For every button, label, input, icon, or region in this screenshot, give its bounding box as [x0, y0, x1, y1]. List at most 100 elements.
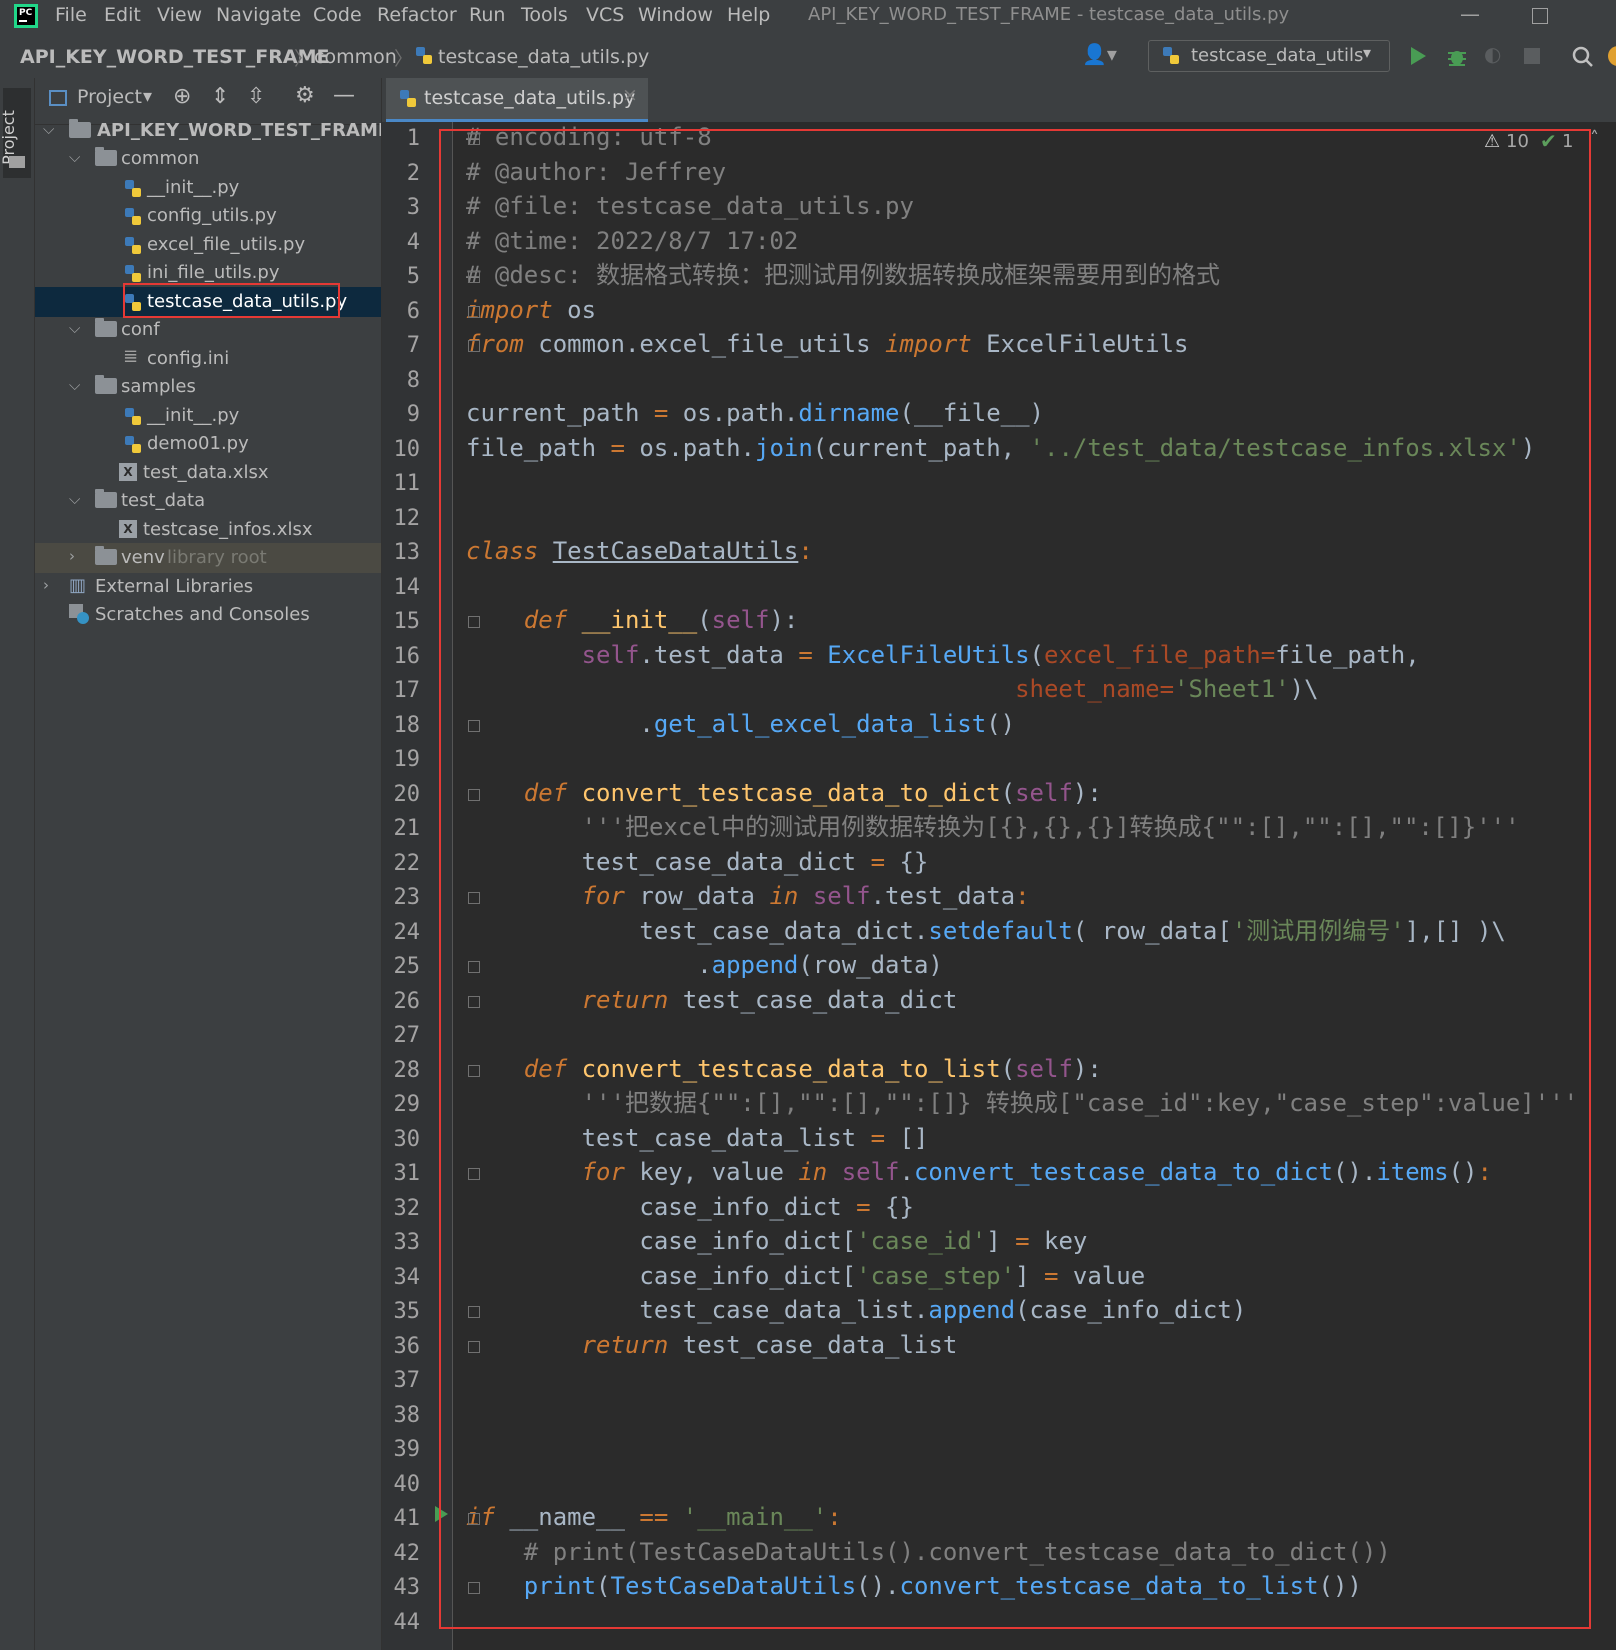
tree-item-test-data[interactable]: ⌵ test_data	[35, 486, 381, 516]
chevron-right-icon[interactable]: ›	[43, 576, 49, 594]
line-number: 1	[406, 126, 420, 151]
close-icon[interactable]: ×	[622, 84, 638, 106]
tree-item-file[interactable]: excel_file_utils.py	[35, 230, 381, 260]
tree-item-file[interactable]: config_utils.py	[35, 201, 381, 231]
fold-marker-icon[interactable]	[468, 1064, 480, 1077]
fold-marker-icon[interactable]	[468, 340, 480, 352]
tree-item-common[interactable]: ⌵ common	[35, 144, 381, 174]
menu-bar: PC File Edit View Navigate Code Refactor…	[0, 0, 1616, 34]
line-number: 24	[393, 919, 421, 945]
menu-navigate[interactable]: Navigate	[216, 4, 301, 26]
fold-marker-icon[interactable]	[468, 892, 480, 904]
maximize-icon[interactable]	[1532, 8, 1548, 24]
menu-refactor[interactable]: Refactor	[377, 4, 457, 26]
fold-marker-icon[interactable]	[468, 616, 480, 628]
ini-file-icon: ≣	[123, 346, 139, 367]
pycharm-logo-icon[interactable]: PC	[14, 4, 38, 28]
tree-item-file[interactable]: __init__.py	[35, 401, 381, 431]
menu-view[interactable]: View	[157, 4, 202, 26]
line-number: 42	[393, 1540, 421, 1566]
fold-marker-icon[interactable]	[468, 1582, 480, 1594]
line-number: 11	[393, 471, 421, 496]
tree-item-external-libraries[interactable]: › ▥ External Libraries	[35, 572, 381, 602]
line-number: 31	[393, 1161, 421, 1186]
project-tool-tab[interactable]: Project	[0, 88, 31, 178]
tree-item-file[interactable]: X test_data.xlsx	[35, 458, 381, 488]
line-number: 26	[393, 988, 421, 1014]
menu-help[interactable]: Help	[727, 4, 770, 26]
user-icon[interactable]: 👤▾	[1082, 42, 1117, 66]
project-view-title[interactable]: Project	[77, 86, 142, 108]
fold-marker-icon[interactable]	[468, 271, 480, 283]
line-number: 40	[393, 1471, 421, 1497]
fold-marker-icon[interactable]	[468, 961, 480, 973]
stop-icon[interactable]	[1524, 48, 1540, 64]
tree-item-conf[interactable]: ⌵ conf	[35, 315, 381, 345]
tree-item-label: __init__.py	[147, 405, 240, 426]
tab-testcase-data-utils[interactable]: testcase_data_utils.py ×	[386, 78, 648, 122]
chevron-down-icon[interactable]: ⌵	[69, 376, 80, 394]
fold-marker-icon[interactable]	[468, 1513, 480, 1525]
menu-vcs[interactable]: VCS	[586, 4, 624, 26]
minimize-icon[interactable]: —	[1460, 2, 1480, 26]
coverage-icon[interactable]: ◐	[1484, 42, 1501, 66]
fold-marker-icon[interactable]	[468, 1340, 480, 1353]
menu-file[interactable]: File	[55, 4, 87, 26]
tree-item-file[interactable]: ≣ config.ini	[35, 344, 381, 374]
line-number: 43	[393, 1575, 421, 1600]
debug-icon[interactable]	[1446, 45, 1468, 67]
fold-marker-icon[interactable]	[468, 788, 480, 801]
collapse-all-icon[interactable]: ⇳	[247, 84, 265, 109]
chevron-down-icon[interactable]: ▾	[143, 86, 152, 107]
chevron-down-icon[interactable]: ⌵	[69, 148, 80, 166]
search-icon[interactable]	[1572, 46, 1594, 68]
tree-item-file[interactable]: X testcase_infos.xlsx	[35, 515, 381, 545]
expand-all-icon[interactable]: ⇕	[211, 84, 229, 109]
hide-icon[interactable]: —	[333, 83, 355, 108]
chevron-up-icon[interactable]: ˄	[1590, 128, 1599, 149]
line-number: 6	[406, 298, 420, 324]
tree-item-file[interactable]: __init__.py	[35, 173, 381, 203]
breadcrumb-project[interactable]: API_KEY_WORD_TEST_FRAME	[20, 46, 329, 68]
menu-run[interactable]: Run	[469, 4, 505, 26]
folder-icon	[95, 489, 117, 508]
gear-icon[interactable]: ⚙	[295, 83, 315, 108]
line-number: 25	[393, 954, 421, 979]
breadcrumb-file[interactable]: testcase_data_utils.py	[438, 46, 649, 68]
tree-item-label: test_data	[121, 490, 206, 511]
menu-code[interactable]: Code	[313, 4, 362, 26]
tree-item-label: test_data.xlsx	[143, 462, 269, 483]
chevron-right-icon[interactable]: ›	[69, 547, 75, 565]
tree-item-scratches[interactable]: Scratches and Consoles	[35, 600, 381, 630]
fold-marker-icon[interactable]	[468, 305, 480, 318]
tree-item-label: conf	[121, 319, 160, 340]
line-number: 15	[393, 609, 421, 634]
scratches-icon	[69, 604, 89, 624]
fold-marker-icon[interactable]	[468, 995, 480, 1008]
menu-tools[interactable]: Tools	[521, 4, 568, 26]
fold-marker-icon[interactable]	[468, 719, 480, 732]
folder-icon	[95, 375, 117, 394]
chevron-down-icon[interactable]: ⌵	[43, 120, 54, 138]
folder-icon	[9, 156, 25, 168]
menu-edit[interactable]: Edit	[104, 4, 141, 26]
tree-item-file[interactable]: demo01.py	[35, 429, 381, 459]
project-panel: Project ▾ ⊕ ⇕ ⇳ ⚙ — ⌵ API_KEY_WORD_TEST_…	[35, 78, 382, 1650]
run-configuration-selector[interactable]: testcase_data_utils ▾	[1148, 40, 1390, 72]
breadcrumb-common[interactable]: common	[314, 46, 397, 68]
tree-item-samples[interactable]: ⌵ samples	[35, 372, 381, 402]
tree-item-venv[interactable]: › venv library root	[35, 543, 381, 573]
menu-window[interactable]: Window	[638, 4, 713, 26]
settings-update-icon[interactable]	[1608, 46, 1616, 66]
line-number: 27	[393, 1023, 421, 1048]
tree-item-project-root[interactable]: ⌵ API_KEY_WORD_TEST_FRAME	[35, 116, 381, 146]
chevron-down-icon[interactable]: ⌵	[69, 490, 80, 508]
fold-marker-icon[interactable]	[468, 133, 480, 145]
project-view-icon	[49, 90, 67, 106]
run-icon[interactable]	[1408, 45, 1428, 67]
fold-marker-icon[interactable]	[468, 1306, 480, 1318]
chevron-down-icon[interactable]: ⌵	[69, 319, 80, 337]
line-number: 29	[393, 1092, 421, 1117]
fold-marker-icon[interactable]	[468, 1168, 480, 1180]
locate-icon[interactable]: ⊕	[173, 84, 191, 109]
